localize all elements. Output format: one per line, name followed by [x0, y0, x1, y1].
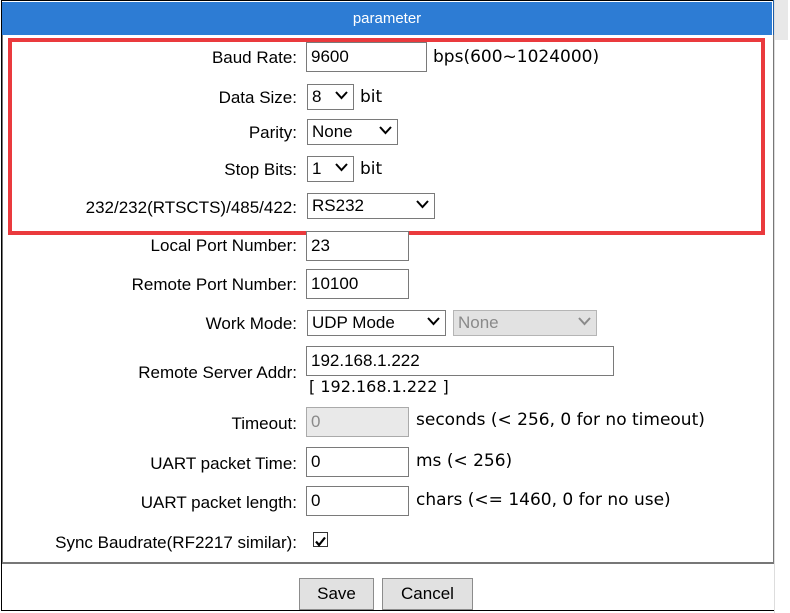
remote-server-resolved: [ 192.168.1.222 ]: [309, 377, 449, 396]
chevron-down-icon: [427, 317, 440, 326]
sync-baudrate-checkbox[interactable]: [313, 532, 328, 547]
work-mode-secondary-value: None: [458, 313, 499, 332]
data-size-label: Data Size:: [218, 88, 297, 107]
uart-packet-time-input[interactable]: [306, 447, 409, 477]
work-mode-select[interactable]: UDP Mode: [307, 310, 446, 336]
baud-rate-unit: bps(600~1024000): [433, 47, 600, 67]
cancel-button[interactable]: Cancel: [382, 578, 473, 610]
stop-bits-label: Stop Bits:: [224, 160, 297, 179]
uart-packet-time-unit: ms (< 256): [416, 451, 513, 471]
remote-server-input[interactable]: [306, 346, 614, 376]
chevron-down-icon: [335, 163, 348, 172]
local-port-input[interactable]: [306, 231, 409, 261]
uart-packet-length-unit: chars (<= 1460, 0 for no use): [416, 490, 671, 510]
remote-port-label: Remote Port Number:: [131, 275, 297, 294]
uart-packet-length-label: UART packet length:: [140, 493, 297, 512]
panel-divider: [2, 563, 774, 564]
chevron-down-icon: [578, 317, 591, 326]
parity-select[interactable]: None: [307, 119, 398, 145]
scrollbar-thumb[interactable]: [775, 0, 788, 40]
work-mode-label: Work Mode:: [205, 314, 297, 333]
work-mode-secondary-select[interactable]: None: [453, 310, 597, 336]
remote-port-input[interactable]: [306, 269, 409, 299]
chevron-down-icon: [335, 91, 348, 100]
interface-label: 232/232(RTSCTS)/485/422:: [85, 198, 297, 217]
timeout-label: Timeout:: [231, 414, 297, 433]
chevron-down-icon: [379, 126, 392, 135]
baud-rate-label: Baud Rate:: [211, 48, 297, 67]
save-button[interactable]: Save: [299, 578, 374, 610]
interface-select[interactable]: RS232: [307, 193, 435, 219]
timeout-unit: seconds (< 256, 0 for no timeout): [416, 410, 705, 430]
parity-value: None: [312, 122, 353, 141]
uart-packet-time-label: UART packet Time:: [150, 454, 297, 473]
panel-title: parameter: [2, 2, 772, 35]
parameter-panel: [2, 35, 774, 563]
data-size-select[interactable]: 8: [307, 84, 354, 110]
stop-bits-value: 1: [312, 159, 322, 178]
sync-baudrate-label: Sync Baudrate(RF2217 similar):: [55, 533, 297, 552]
timeout-input[interactable]: [306, 407, 409, 437]
remote-server-label: Remote Server Addr:: [138, 363, 297, 382]
checkmark-icon: [315, 536, 326, 547]
data-size-value: 8: [312, 87, 322, 106]
parity-label: Parity:: [248, 123, 297, 142]
work-mode-value: UDP Mode: [312, 313, 395, 332]
uart-packet-length-input[interactable]: [306, 486, 409, 516]
chevron-down-icon: [416, 200, 429, 209]
local-port-label: Local Port Number:: [150, 236, 297, 255]
baud-rate-input[interactable]: [306, 42, 427, 72]
stop-bits-select[interactable]: 1: [307, 156, 354, 182]
data-size-unit: bit: [360, 87, 383, 107]
scrollbar[interactable]: [774, 0, 790, 613]
interface-value: RS232: [312, 196, 364, 215]
stop-bits-unit: bit: [360, 159, 383, 179]
